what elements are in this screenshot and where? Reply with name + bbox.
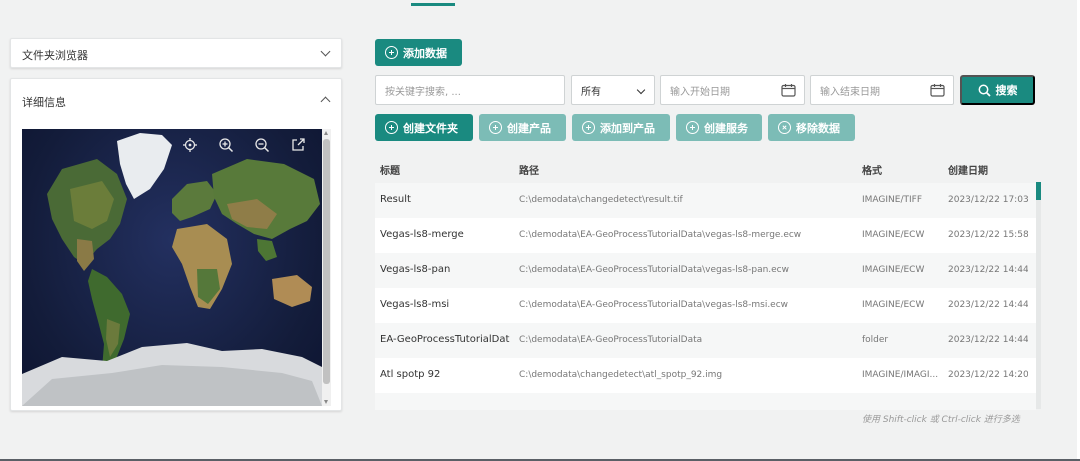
locate-icon[interactable] [182, 137, 198, 153]
plus-circle-icon [385, 121, 398, 134]
add-data-button[interactable]: 添加数据 [375, 39, 462, 66]
folder-browser-title: 文件夹浏览器 [22, 49, 88, 62]
start-date-input[interactable]: 输入开始日期 [660, 75, 805, 105]
column-header-format[interactable]: 格式 [862, 162, 942, 177]
plus-circle-icon [385, 46, 398, 59]
open-external-icon[interactable] [290, 137, 306, 153]
end-date-input[interactable]: 输入结束日期 [810, 75, 954, 105]
remove-data-button[interactable]: 移除数据 [768, 114, 855, 141]
chevron-up-icon[interactable] [320, 95, 331, 108]
plus-circle-icon [582, 121, 595, 134]
column-header-path[interactable]: 路径 [519, 162, 859, 177]
table-row[interactable]: EA-GeoProcessTutorialData C:\demodata\EA… [375, 323, 1036, 358]
create-folder-button[interactable]: 创建文件夹 [375, 114, 473, 141]
multi-select-hint: 使用 Shift-click 或 Ctrl-click 进行多选 [862, 415, 1020, 425]
keyword-search-input[interactable]: 按关键字搜索, ... [375, 75, 565, 105]
map-preview[interactable] [22, 129, 322, 406]
table-row[interactable]: Result C:\demodata\changedetect\result.t… [375, 183, 1036, 218]
search-button[interactable]: 搜索 [960, 75, 1035, 105]
chevron-down-icon [636, 85, 646, 95]
detail-title: 详细信息 [22, 96, 66, 109]
zoom-in-icon[interactable] [218, 137, 234, 153]
plus-circle-icon [489, 121, 502, 134]
plus-circle-icon [686, 121, 699, 134]
type-select[interactable]: 所有 [571, 75, 655, 105]
table-header: 标题 路径 格式 创建日期 [375, 153, 1036, 183]
column-header-date[interactable]: 创建日期 [948, 162, 1028, 177]
table-row[interactable]: Atl spotp 92 C:\demodata\changedetect\at… [375, 358, 1036, 393]
scroll-up-icon[interactable] [324, 131, 328, 135]
table-scroll-thumb[interactable] [1036, 182, 1041, 200]
table-row[interactable]: Vegas-ls8-pan C:\demodata\EA-GeoProcessT… [375, 253, 1036, 288]
detail-scrollbar[interactable] [322, 129, 331, 406]
scroll-thumb[interactable] [323, 139, 330, 384]
add-to-product-button[interactable]: 添加到产品 [572, 114, 670, 141]
calendar-icon[interactable] [781, 83, 796, 97]
map-toolbar [182, 137, 306, 153]
create-service-button[interactable]: 创建服务 [676, 114, 762, 141]
chevron-down-icon[interactable] [320, 46, 331, 58]
table-row[interactable]: Vegas-ls8-msi C:\demodata\EA-GeoProcessT… [375, 288, 1036, 323]
folder-browser-panel[interactable]: 文件夹浏览器 [10, 38, 342, 68]
remove-circle-icon [778, 121, 791, 134]
table-scrollbar[interactable] [1036, 182, 1041, 409]
detail-panel: 详细信息 [10, 78, 342, 411]
table-row-partial[interactable] [375, 393, 1036, 410]
search-icon [978, 84, 991, 97]
scroll-down-icon[interactable] [324, 400, 328, 404]
table-row[interactable]: Vegas-ls8-merge C:\demodata\EA-GeoProces… [375, 218, 1036, 253]
data-table: 标题 路径 格式 创建日期 Result C:\demodata\changed… [375, 153, 1036, 410]
create-product-button[interactable]: 创建产品 [479, 114, 566, 141]
column-header-title[interactable]: 标题 [380, 162, 510, 177]
zoom-out-icon[interactable] [254, 137, 270, 153]
active-tab-indicator [411, 3, 455, 6]
calendar-icon[interactable] [930, 83, 945, 97]
world-map-image [22, 133, 322, 406]
